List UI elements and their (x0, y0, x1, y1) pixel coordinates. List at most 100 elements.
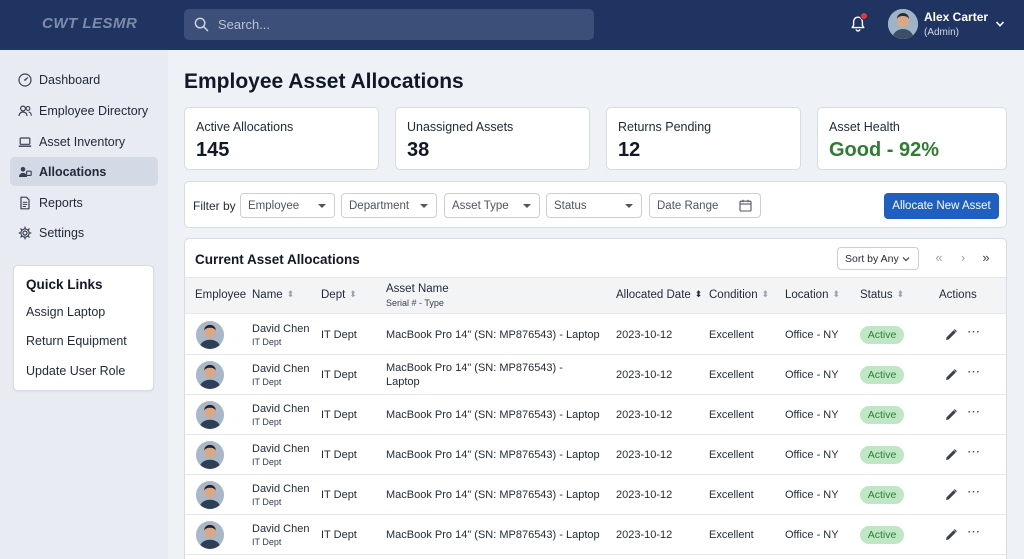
employee-dept: IT Dept (252, 417, 282, 427)
table-row[interactable]: David Chen IT Dept IT Dept MacBook Pro 14" … (185, 435, 1006, 475)
col-asset-name[interactable]: Asset Name (386, 283, 449, 295)
edit-icon[interactable] (944, 488, 958, 502)
more-options-icon[interactable]: ⋯ (967, 445, 981, 461)
date-range-filter[interactable]: Date Range (649, 193, 761, 218)
sidebar-item-dashboard[interactable]: Dashboard (10, 65, 158, 94)
user-name[interactable]: Alex Carter (924, 10, 988, 24)
stat-card-unassigned-assets[interactable]: Unassigned Assets 38 (395, 107, 590, 170)
caret-down-icon (625, 204, 633, 208)
allocated-date-cell: 2023-10-12 (616, 329, 673, 341)
dept-cell: IT Dept (321, 529, 357, 541)
sidebar-item-employee-directory[interactable]: Employee Directory (10, 96, 158, 125)
edit-icon[interactable] (944, 448, 958, 462)
department-filter-select[interactable]: Department (341, 193, 437, 218)
edit-icon[interactable] (944, 408, 958, 422)
employee-name[interactable]: David Chen (252, 363, 309, 375)
asset-name-cell[interactable]: MacBook Pro 14" (SN: MP876543) - Laptop (386, 328, 601, 342)
asset-type-filter-select[interactable]: Asset Type (444, 193, 540, 218)
chevron-down-icon[interactable] (995, 19, 1005, 29)
stat-card-asset-health[interactable]: Asset Health Good - 92% (817, 107, 1007, 170)
sidebar-item-reports[interactable]: Reports (10, 188, 158, 217)
col-allocated-date[interactable]: Allocated Date ⬍ (616, 289, 702, 301)
quick-link-update-user-role[interactable]: Update User Role (26, 364, 125, 378)
avatar (196, 481, 224, 509)
location-cell: Office - NY (785, 489, 839, 501)
edit-icon[interactable] (944, 528, 958, 542)
stat-card-active-allocations[interactable]: Active Allocations 145 (184, 107, 379, 170)
allocate-new-asset-button[interactable]: Allocate New Asset (884, 193, 999, 219)
employee-name[interactable]: David Chen (252, 323, 309, 335)
more-options-icon[interactable]: ⋯ (967, 405, 981, 421)
quick-link-assign-laptop[interactable]: Assign Laptop (26, 305, 105, 319)
asset-name-cell[interactable]: MacBook Pro 14" (SN: MP876543) - Laptop (386, 448, 601, 462)
status-filter-select[interactable]: Status (546, 193, 642, 218)
next-page-icon[interactable]: › (955, 250, 971, 266)
more-options-icon[interactable]: ⋯ (967, 525, 981, 541)
employee-name[interactable]: David Chen (252, 483, 309, 495)
table-row[interactable]: David Chen IT Dept IT Dept MacBook Pro 14" … (185, 475, 1006, 515)
more-options-icon[interactable]: ⋯ (967, 365, 981, 381)
last-page-icon[interactable]: » (978, 250, 994, 266)
page-title: Employee Asset Allocations (184, 70, 464, 93)
sort-icon: ⬍ (286, 289, 295, 299)
caret-down-icon (523, 204, 531, 208)
allocated-date-cell: 2023-10-12 (616, 449, 673, 461)
avatar (196, 401, 224, 429)
sidebar-item-settings[interactable]: Settings (10, 218, 158, 247)
asset-name-cell[interactable]: MacBook Pro 14" (SN: MP876543) - Laptop (386, 528, 601, 542)
sort-icon: ⬍ (761, 289, 770, 299)
document-icon (20, 196, 30, 209)
col-location[interactable]: Location ⬍ (785, 289, 840, 301)
employee-dept: IT Dept (252, 337, 282, 347)
filter-label: Filter by (193, 199, 236, 213)
asset-name-cell[interactable]: MacBook Pro 14" (SN: MP876543) - Laptop (386, 408, 601, 422)
sidebar-item-asset-inventory[interactable]: Asset Inventory (10, 127, 158, 156)
allocation-icon (19, 166, 32, 177)
sidebar-item-label: Dashboard (39, 72, 101, 87)
avatar[interactable] (888, 9, 918, 39)
allocated-date-cell: 2023-10-12 (616, 409, 673, 421)
col-condition[interactable]: Condition ⬍ (709, 289, 769, 301)
sidebar-item-allocations[interactable]: Allocations (10, 157, 158, 186)
calendar-icon (739, 199, 752, 212)
quick-link-return-equipment[interactable]: Return Equipment (26, 334, 127, 348)
employee-name[interactable]: David Chen (252, 443, 309, 455)
first-page-icon[interactable]: « (931, 250, 947, 266)
asset-name-cell[interactable]: MacBook Pro 14" (SN: MP876543) - Laptop (386, 488, 601, 502)
col-asset-subtitle: Serial # - Type (386, 298, 444, 308)
caret-down-icon (420, 204, 428, 208)
col-name[interactable]: Name ⬍ (252, 289, 294, 301)
search-box[interactable] (184, 9, 594, 40)
location-cell: Office - NY (785, 409, 839, 421)
more-options-icon[interactable]: ⋯ (967, 485, 981, 501)
edit-icon[interactable] (944, 328, 958, 342)
sidebar-item-label: Settings (39, 225, 85, 240)
location-cell: Office - NY (785, 449, 839, 461)
more-options-icon[interactable]: ⋯ (967, 325, 981, 341)
app-logo[interactable]: CWT LESMR (42, 15, 137, 32)
table-row[interactable]: David Chen IT Dept IT Dept MacBook Pro 14" … (185, 355, 1006, 395)
col-label: Status (860, 289, 893, 301)
table-row[interactable]: David Chen IT Dept IT Dept MacBook Pro 14" … (185, 315, 1006, 355)
col-label: Dept (321, 289, 346, 301)
stat-card-returns-pending[interactable]: Returns Pending 12 (606, 107, 801, 170)
col-label: Name (252, 289, 283, 301)
employee-name[interactable]: David Chen (252, 403, 309, 415)
sidebar-item-label: Employee Directory (39, 103, 149, 118)
table-row[interactable]: David Chen IT Dept IT Dept MacBook Pro 14" … (185, 515, 1006, 555)
condition-cell: Excellent (709, 449, 754, 461)
search-input[interactable] (218, 17, 578, 32)
col-status[interactable]: Status ⬍ (860, 289, 904, 301)
edit-icon[interactable] (944, 368, 958, 382)
col-label: Location (785, 289, 829, 301)
col-dept[interactable]: Dept ⬍ (321, 289, 357, 301)
location-cell: Office - NY (785, 329, 839, 341)
asset-name-cell[interactable]: MacBook Pro 14" (SN: MP876543) - Laptop (386, 361, 576, 389)
employee-name[interactable]: David Chen (252, 523, 309, 535)
employee-filter-select[interactable]: Employee (240, 193, 335, 218)
sort-select[interactable]: Sort by Any (837, 247, 919, 270)
status-badge: Active (860, 326, 904, 344)
condition-cell: Excellent (709, 529, 754, 541)
avatar (196, 441, 224, 469)
table-row[interactable]: David Chen IT Dept IT Dept MacBook Pro 14" … (185, 395, 1006, 435)
